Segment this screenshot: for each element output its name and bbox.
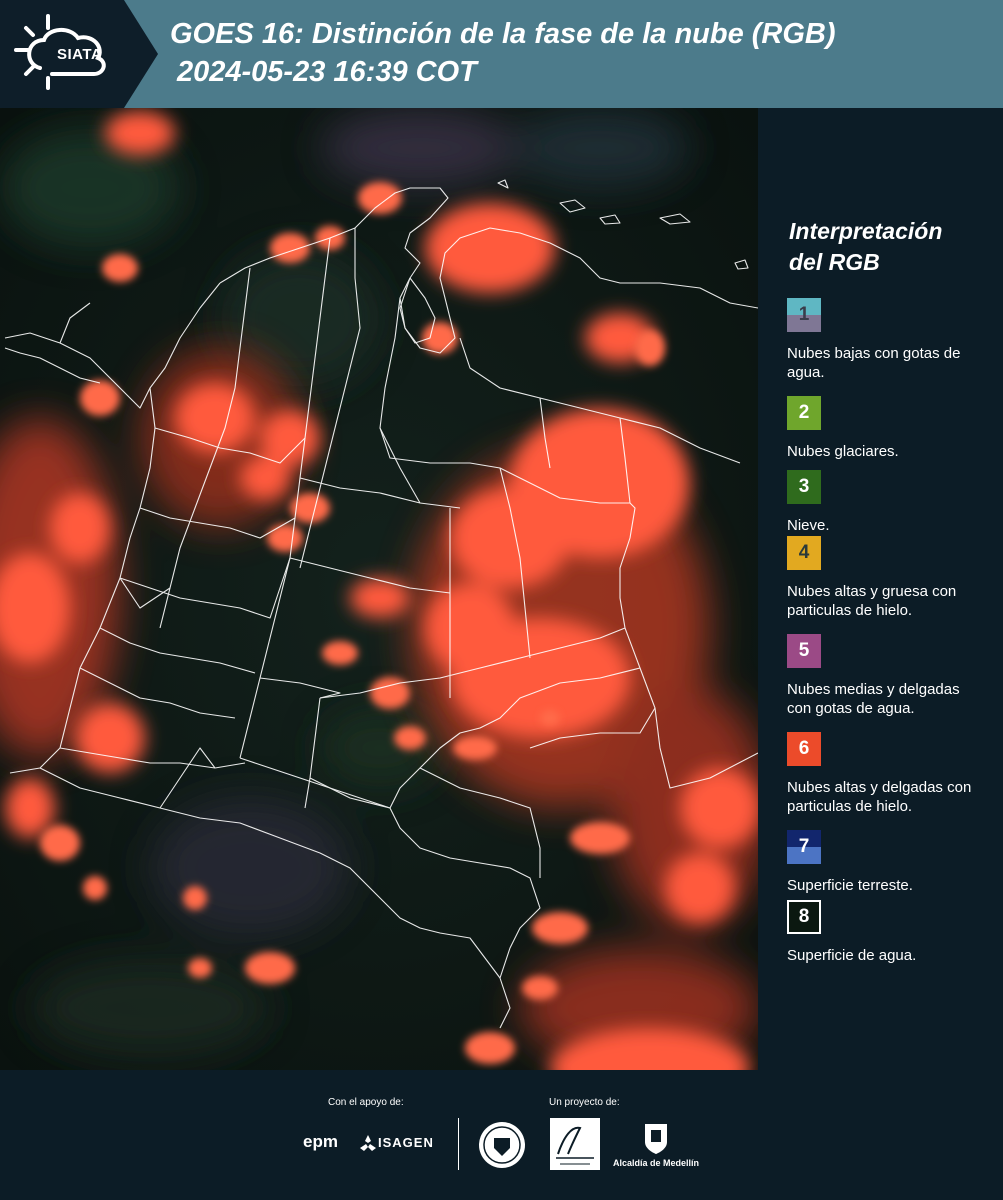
legend-label: Nubes medias y delgadas con gotas de agu… (787, 681, 960, 717)
legend-item-3: 3 Nieve. (787, 470, 987, 535)
legend-number: 2 (798, 402, 810, 423)
support-label: Con el apoyo de: (328, 1097, 404, 1108)
legend-label: Nieve. (787, 517, 830, 534)
legend-item-4: 4 Nubes altas y gruesa con particulas de … (787, 536, 987, 620)
legend-number: 1 (798, 304, 810, 325)
siata-logo-text: SIATA (57, 46, 103, 63)
legend-swatch-1: 1 (787, 298, 821, 332)
legend-swatch-4: 4 (787, 536, 821, 570)
legend-item-1: 1 Nubes bajas con gotas de agua. (787, 298, 987, 382)
legend-swatch-3: 3 (787, 470, 821, 504)
isagen-logo-icon (360, 1135, 376, 1151)
legend-item-8: 8 Superficie de agua. (787, 900, 987, 965)
legend-label: Nubes altas y delgadas con particulas de… (787, 779, 972, 815)
page-timestamp: 2024-05-23 16:39 COT (177, 56, 477, 88)
legend-swatch-8: 8 (787, 900, 821, 934)
legend-swatch-2: 2 (787, 396, 821, 430)
legend-title-line1: Interpretación (789, 218, 943, 244)
legend-number: 4 (798, 542, 810, 563)
epm-logo[interactable]: epm (303, 1132, 338, 1152)
legend-swatch-6: 6 (787, 732, 821, 766)
legend-label: Nubes altas y gruesa con particulas de h… (787, 583, 957, 619)
legend-number: 6 (798, 738, 810, 759)
isagen-logo[interactable]: ISAGEN (378, 1135, 434, 1150)
area-metropolitana-logo-icon[interactable] (550, 1118, 600, 1170)
emblem-seal-icon[interactable] (477, 1120, 527, 1170)
legend-item-7: 7 Superficie terreste. (787, 830, 987, 895)
legend-item-6: 6 Nubes altas y delgadas con particulas d… (787, 732, 987, 816)
footer-divider (458, 1118, 459, 1170)
cloud-phase-image (0, 108, 758, 1070)
satellite-map[interactable] (0, 108, 758, 1070)
header-bar: SIATA GOES 16: Distinción de la fase de … (0, 0, 1003, 108)
legend-number: 3 (798, 476, 810, 497)
alcaldia-label: Alcaldía de Medellín (613, 1158, 700, 1168)
legend-label: Superficie de agua. (787, 947, 917, 964)
legend-label: Nubes glaciares. (787, 443, 899, 460)
legend-panel: Interpretación del RGB 1 Nubes bajas con … (760, 108, 1003, 1070)
legend-swatch-5: 5 (787, 634, 821, 668)
footer: Con el apoyo de: Un proyecto de: epm ISA… (0, 1070, 1003, 1200)
legend-item-2: 2 Nubes glaciares. (787, 396, 987, 461)
siata-logo[interactable]: SIATA (0, 0, 158, 108)
project-label: Un proyecto de: (549, 1097, 620, 1108)
legend-swatch-7: 7 (787, 830, 821, 864)
legend-label: Superficie terreste. (787, 877, 913, 894)
legend-item-5: 5 Nubes medias y delgadas con gotas de ag… (787, 634, 987, 718)
legend-number: 8 (798, 906, 810, 927)
legend-title-line2: del RGB (789, 249, 880, 275)
legend-title: Interpretación del RGB (789, 216, 942, 278)
legend-number: 7 (798, 836, 810, 857)
page-title: GOES 16: Distinción de la fase de la nub… (170, 18, 836, 50)
legend-number: 5 (798, 640, 810, 661)
alcaldia-shield-icon[interactable] (643, 1120, 669, 1156)
legend-label: Nubes bajas con gotas de agua. (787, 345, 961, 381)
